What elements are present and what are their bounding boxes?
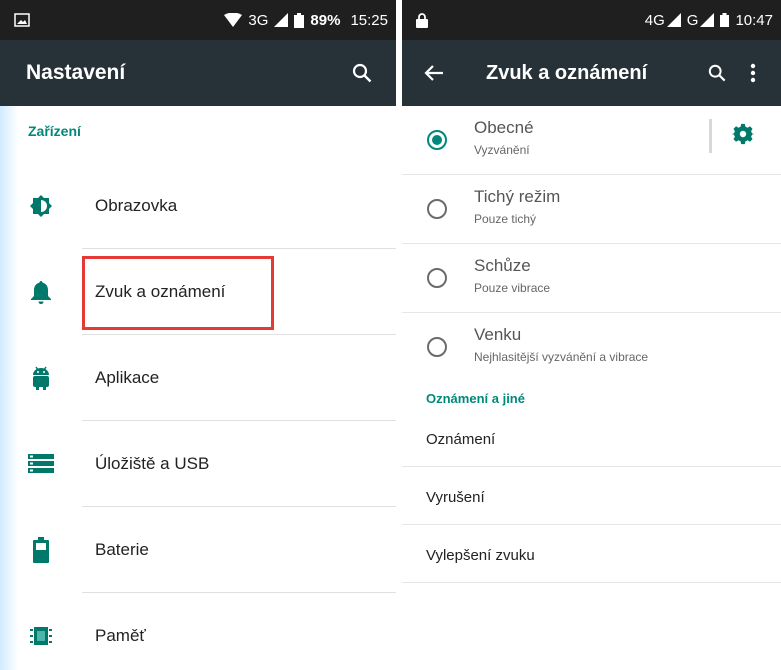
battery-status-icon: [720, 13, 730, 27]
divider: [709, 119, 712, 153]
menu-item-notifications[interactable]: Oznámení: [402, 411, 781, 467]
settings-item-storage[interactable]: Úložiště a USB: [0, 421, 396, 507]
settings-item-label: Aplikace: [95, 368, 160, 387]
settings-item-label: Baterie: [95, 540, 149, 559]
divider: [402, 582, 781, 583]
profile-item-meeting[interactable]: Schůze Pouze vibrace: [402, 244, 781, 313]
android-icon: [0, 366, 82, 390]
profile-subtitle: Nejhlasitější vyzvánění a vibrace: [474, 350, 649, 364]
page-title: Zvuk a oznámení: [486, 61, 648, 84]
gear-icon[interactable]: [731, 123, 755, 150]
status-bar: 3G 89% 15:25: [0, 0, 396, 40]
section-header: Zařízení: [28, 123, 81, 139]
signal-icon: [666, 13, 681, 27]
profile-subtitle: Pouze vibrace: [474, 281, 551, 295]
radio-button-selected[interactable]: [427, 130, 447, 150]
profile-title: Tichý režim: [474, 187, 561, 206]
profile-item-general[interactable]: Obecné Vyzvánění: [402, 106, 781, 175]
network-type-secondary: G: [686, 11, 699, 29]
profile-subtitle: Pouze tichý: [474, 212, 537, 226]
storage-icon: [0, 454, 82, 474]
menu-item-label: Vylepšení zvuku: [426, 546, 535, 564]
more-vert-icon[interactable]: [735, 55, 771, 91]
settings-item-apps[interactable]: Aplikace: [0, 335, 396, 421]
lock-icon: [416, 12, 428, 28]
highlight-annotation: [82, 256, 274, 330]
profile-item-outdoor[interactable]: Venku Nejhlasitější vyzvánění a vibrace: [402, 313, 781, 382]
settings-item-memory[interactable]: Paměť: [0, 593, 396, 670]
settings-screen: 3G 89% 15:25 Nastavení Zařízení Obrazovk…: [0, 0, 396, 670]
profile-settings: [709, 118, 781, 154]
divider: [402, 524, 781, 525]
memory-icon: [0, 624, 82, 648]
settings-item-label: Úložiště a USB: [95, 454, 210, 473]
signal-icon: [700, 13, 715, 27]
profile-item-silent[interactable]: Tichý režim Pouze tichý: [402, 175, 781, 244]
page-title: Nastavení: [26, 61, 126, 84]
menu-item-label: Vyrušení: [426, 488, 485, 506]
settings-item-label: Obrazovka: [95, 196, 178, 215]
profile-title: Schůze: [474, 256, 531, 275]
battery-icon: [0, 537, 82, 563]
network-type: 3G: [248, 11, 269, 29]
menu-item-interruptions[interactable]: Vyrušení: [402, 469, 781, 525]
radio-button[interactable]: [427, 199, 447, 219]
bell-icon: [0, 280, 82, 304]
wifi-icon: [224, 13, 243, 27]
radio-button[interactable]: [427, 268, 447, 288]
settings-item-label: Paměť: [95, 626, 146, 645]
menu-item-sound-enhancement[interactable]: Vylepšení zvuku: [402, 527, 781, 583]
sound-notification-screen: 4G G 10:47 Zvuk a oznámení Obecné Vyzván…: [402, 0, 781, 670]
menu-item-label: Oznámení: [426, 430, 496, 448]
gallery-notification-icon: [14, 13, 30, 27]
status-bar: 4G G 10:47: [402, 0, 781, 40]
app-bar: Nastavení: [0, 40, 396, 106]
profile-subtitle: Vyzvánění: [474, 143, 530, 157]
app-bar: Zvuk a oznámení: [402, 40, 781, 106]
battery-percent: 89%: [310, 11, 341, 29]
signal-icon: [274, 13, 289, 27]
settings-item-display[interactable]: Obrazovka: [0, 163, 396, 249]
section-header: Oznámení a jiné: [426, 391, 525, 406]
profile-title: Obecné: [474, 118, 534, 137]
radio-button[interactable]: [427, 337, 447, 357]
profile-title: Venku: [474, 325, 522, 344]
clock: 15:25: [350, 11, 388, 29]
search-icon[interactable]: [699, 55, 735, 91]
settings-item-battery[interactable]: Baterie: [0, 507, 396, 593]
clock: 10:47: [735, 11, 773, 29]
battery-status-icon: [294, 12, 305, 28]
network-type-primary: 4G: [644, 11, 665, 29]
brightness-icon: [0, 194, 82, 218]
back-arrow-icon[interactable]: [416, 55, 452, 91]
divider: [402, 466, 781, 467]
search-icon[interactable]: [344, 55, 380, 91]
